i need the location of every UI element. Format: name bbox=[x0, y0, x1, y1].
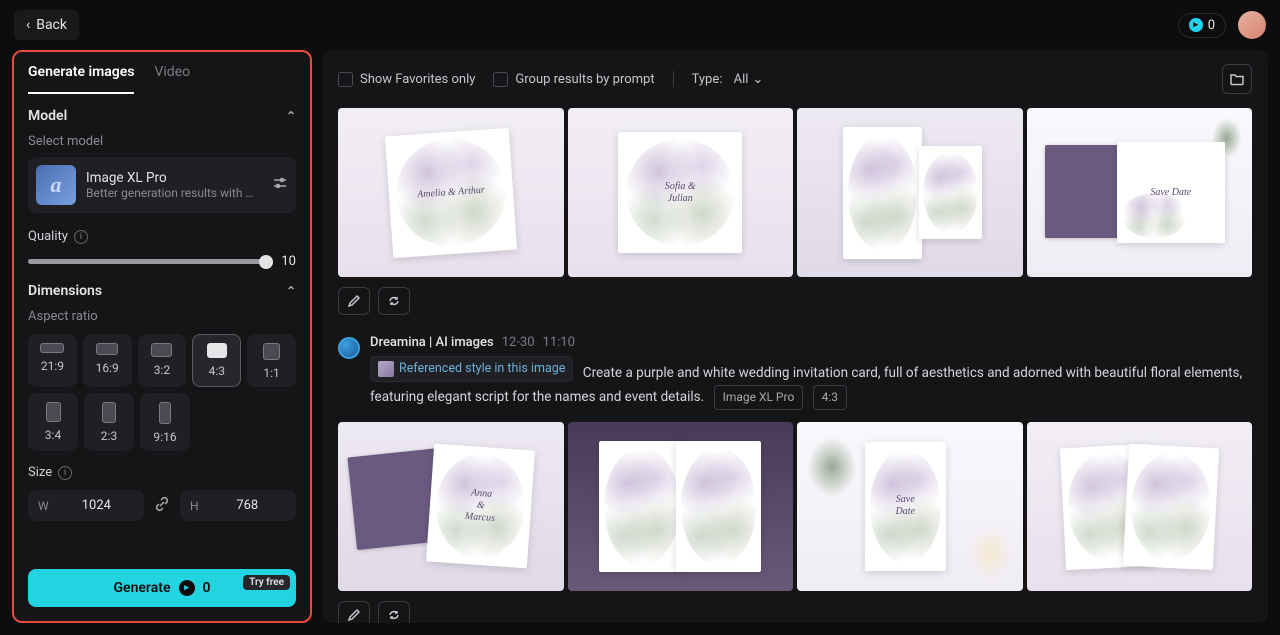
avatar[interactable] bbox=[1238, 11, 1266, 39]
select-model-label: Select model bbox=[28, 134, 296, 149]
chevron-left-icon: ‹ bbox=[26, 17, 30, 33]
model-tag: Image XL Pro bbox=[714, 385, 804, 410]
dimensions-title: Dimensions bbox=[28, 283, 102, 299]
size-label: Size bbox=[28, 465, 52, 480]
result-image[interactable]: SaveDate bbox=[797, 422, 1023, 591]
aspect-ratio-label: Aspect ratio bbox=[28, 309, 296, 324]
link-icon[interactable] bbox=[154, 496, 170, 516]
info-icon[interactable]: i bbox=[58, 466, 72, 480]
back-label: Back bbox=[36, 17, 67, 33]
quality-label: Quality bbox=[28, 229, 68, 244]
edit-button[interactable] bbox=[338, 601, 370, 623]
generate-cost: 0 bbox=[203, 580, 211, 596]
result-image[interactable]: Save Date bbox=[1027, 108, 1253, 277]
result-image[interactable]: Anna&Marcus bbox=[338, 422, 564, 591]
quality-value: 10 bbox=[278, 254, 296, 269]
folder-button[interactable] bbox=[1222, 64, 1252, 94]
credits-pill[interactable]: ▸ 0 bbox=[1178, 13, 1226, 38]
ref-style-badge[interactable]: Referenced style in this image bbox=[370, 356, 573, 382]
chevron-down-icon: ⌄ bbox=[752, 72, 763, 87]
tab-video[interactable]: Video bbox=[154, 64, 190, 94]
info-icon[interactable]: i bbox=[74, 230, 88, 244]
generate-label: Generate bbox=[114, 580, 171, 596]
ref-thumb-icon bbox=[378, 361, 394, 377]
credit-icon: ▸ bbox=[1189, 18, 1203, 32]
try-free-badge: Try free bbox=[243, 575, 290, 590]
aspect-16-9[interactable]: 16:9 bbox=[83, 334, 132, 387]
result-image[interactable] bbox=[568, 422, 794, 591]
aspect-2-3[interactable]: 2:3 bbox=[84, 393, 134, 451]
back-button[interactable]: ‹ Back bbox=[14, 10, 79, 40]
chevron-up-icon: ⌃ bbox=[286, 284, 296, 298]
model-selector[interactable]: a Image XL Pro Better generation results… bbox=[28, 157, 296, 213]
result-image[interactable]: Amelia & Arthur bbox=[338, 108, 564, 277]
aspect-3-4[interactable]: 3:4 bbox=[28, 393, 78, 451]
results-area: Show Favorites only Group results by pro… bbox=[322, 50, 1268, 623]
model-thumbnail: a bbox=[36, 165, 76, 205]
result-image[interactable] bbox=[797, 108, 1023, 277]
dimensions-section-header[interactable]: Dimensions ⌃ bbox=[28, 283, 296, 299]
model-name: Image XL Pro bbox=[86, 170, 256, 186]
aspect-9-16[interactable]: 9:16 bbox=[140, 393, 190, 451]
aspect-1-1[interactable]: 1:1 bbox=[247, 334, 296, 387]
show-favorites-checkbox[interactable]: Show Favorites only bbox=[338, 72, 475, 87]
author-name: Dreamina | AI images bbox=[370, 335, 494, 350]
aspect-21-9[interactable]: 21:9 bbox=[28, 334, 77, 387]
checkbox-icon bbox=[338, 72, 353, 87]
model-desc: Better generation results with profe... bbox=[86, 186, 256, 200]
height-input[interactable]: H 768 bbox=[180, 490, 296, 521]
result-image[interactable]: Sofia &Julian bbox=[568, 108, 794, 277]
generate-button[interactable]: Generate ▸ 0 Try free bbox=[28, 569, 296, 607]
aspect-3-2[interactable]: 3:2 bbox=[138, 334, 187, 387]
group-by-prompt-checkbox[interactable]: Group results by prompt bbox=[493, 72, 654, 87]
ratio-tag: 4:3 bbox=[813, 385, 847, 410]
checkbox-icon bbox=[493, 72, 508, 87]
separator bbox=[673, 71, 674, 87]
model-section-title: Model bbox=[28, 108, 67, 124]
credit-icon: ▸ bbox=[179, 580, 195, 596]
credits-value: 0 bbox=[1208, 18, 1215, 33]
regenerate-button[interactable] bbox=[378, 287, 410, 315]
gen-date: 12-30 bbox=[502, 335, 535, 350]
generate-panel: Generate images Video Model ⌃ Select mod… bbox=[12, 50, 312, 623]
sliders-icon[interactable] bbox=[272, 175, 288, 195]
model-section-header[interactable]: Model ⌃ bbox=[28, 108, 296, 124]
author-avatar[interactable] bbox=[338, 337, 360, 359]
aspect-4-3[interactable]: 4:3 bbox=[192, 334, 241, 387]
result-image[interactable] bbox=[1027, 422, 1253, 591]
chevron-up-icon: ⌃ bbox=[286, 109, 296, 123]
width-input[interactable]: W 1024 bbox=[28, 490, 144, 521]
gen-time: 11:10 bbox=[543, 335, 575, 350]
tab-generate-images[interactable]: Generate images bbox=[28, 64, 134, 94]
edit-button[interactable] bbox=[338, 287, 370, 315]
regenerate-button[interactable] bbox=[378, 601, 410, 623]
quality-slider[interactable] bbox=[28, 259, 266, 264]
type-filter[interactable]: Type: All ⌄ bbox=[692, 72, 764, 87]
